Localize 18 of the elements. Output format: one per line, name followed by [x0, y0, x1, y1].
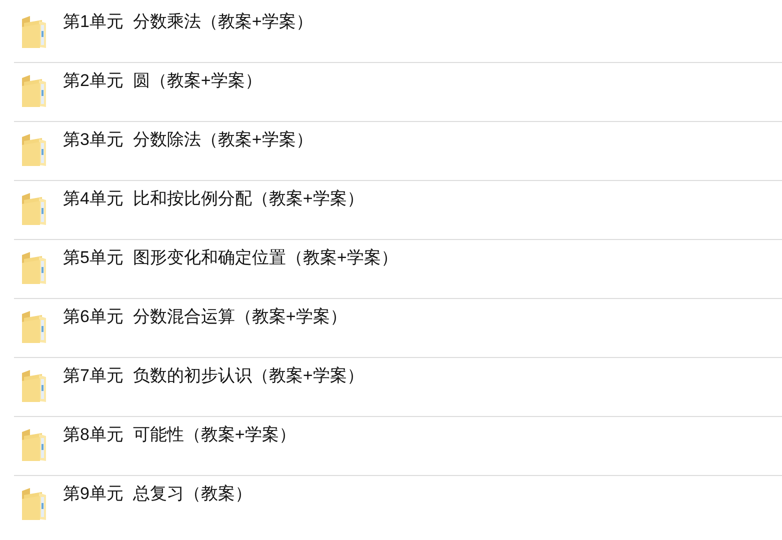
folder-icon	[20, 15, 48, 49]
folder-icon	[20, 487, 48, 521]
folder-name[interactable]: 第7单元 负数的初步认识（教案+学案）	[63, 365, 364, 387]
folder-icon	[20, 74, 48, 108]
folder-name[interactable]: 第5单元 图形变化和确定位置（教案+学案）	[63, 247, 398, 269]
folder-icon	[20, 369, 48, 403]
folder-name[interactable]: 第6单元 分数混合运算（教案+学案）	[63, 306, 347, 328]
folder-name[interactable]: 第3单元 分数除法（教案+学案）	[63, 129, 313, 151]
folder-name[interactable]: 第9单元 总复习（教案）	[63, 483, 252, 505]
folder-name[interactable]: 第4单元 比和按比例分配（教案+学案）	[63, 188, 364, 210]
folder-icon	[20, 310, 48, 344]
folder-name[interactable]: 第8单元 可能性（教案+学案）	[63, 424, 296, 446]
folder-icon	[20, 192, 48, 226]
folder-name[interactable]: 第1单元 分数乘法（教案+学案）	[63, 11, 313, 33]
folder-icon	[20, 428, 48, 462]
folder-icon	[20, 251, 48, 285]
folder-icon	[20, 133, 48, 167]
folder-name[interactable]: 第2单元 圆（教案+学案）	[63, 70, 262, 92]
